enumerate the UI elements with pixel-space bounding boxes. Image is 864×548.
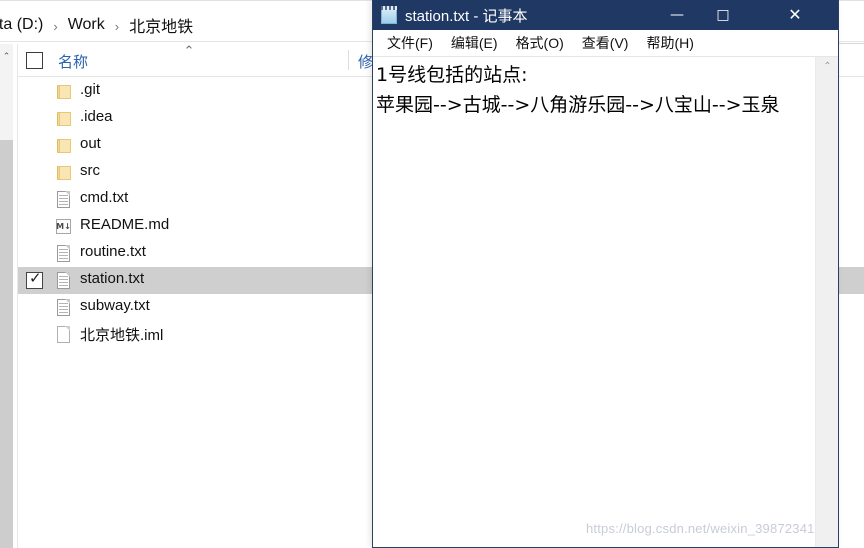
folder-icon: [54, 82, 74, 102]
menu-item-format[interactable]: 格式(O): [507, 30, 573, 56]
notepad-window[interactable]: station.txt - 记事本 — □ ✕ 文件(F) 编辑(E) 格式(O…: [372, 0, 839, 548]
blank-file-icon: [54, 325, 74, 345]
breadcrumb-item-work[interactable]: Work: [66, 16, 107, 34]
text-document-icon: [54, 190, 74, 210]
menu-item-edit[interactable]: 编辑(E): [442, 30, 507, 56]
breadcrumb[interactable]: ata (D:) › Work › 北京地铁: [0, 13, 195, 37]
file-name[interactable]: cmd.txt: [80, 189, 128, 206]
notepad-vertical-scrollbar[interactable]: ⌃: [815, 57, 838, 547]
file-name[interactable]: out: [80, 135, 101, 152]
window-title: station.txt - 记事本: [405, 8, 528, 25]
column-header-date-modified[interactable]: 修: [358, 51, 373, 72]
select-all-checkbox[interactable]: [26, 52, 43, 69]
screen: ata (D:) › Work › 北京地铁 ⌃ 名称 修 ⌃: [0, 0, 864, 548]
maximize-button[interactable]: □: [700, 0, 746, 30]
markdown-file-icon: M↓: [54, 217, 74, 237]
folder-icon: [54, 109, 74, 129]
watermark-text: https://blog.csdn.net/weixin_39872341: [586, 521, 815, 536]
column-divider[interactable]: [348, 50, 349, 70]
file-name[interactable]: subway.txt: [80, 297, 150, 314]
sort-ascending-icon[interactable]: ⌃: [182, 44, 196, 57]
notepad-text-area[interactable]: 1号线包括的站点: 苹果园-->古城-->八角游乐园-->八宝山-->玉泉: [373, 57, 838, 547]
file-name[interactable]: 北京地铁.iml: [80, 324, 163, 345]
breadcrumb-item-current[interactable]: 北京地铁: [127, 13, 195, 37]
notepad-menu-bar[interactable]: 文件(F) 编辑(E) 格式(O) 查看(V) 帮助(H): [373, 30, 838, 57]
menu-item-help[interactable]: 帮助(H): [637, 30, 702, 56]
file-name[interactable]: .git: [80, 81, 100, 98]
check-icon: ✓: [29, 269, 42, 287]
row-checkbox[interactable]: ✓: [26, 269, 43, 289]
notepad-icon: [380, 6, 398, 24]
breadcrumb-separator-icon: ›: [114, 18, 120, 34]
text-document-icon: [54, 298, 74, 318]
scroll-up-icon[interactable]: ⌃: [816, 57, 839, 77]
menu-item-view[interactable]: 查看(V): [573, 30, 638, 56]
close-button[interactable]: ✕: [772, 0, 818, 30]
file-name[interactable]: README.md: [80, 216, 169, 233]
notepad-title-bar[interactable]: station.txt - 记事本 — □ ✕: [373, 0, 838, 30]
navigation-pane: ⌃: [0, 44, 18, 548]
file-name[interactable]: src: [80, 162, 100, 179]
file-name[interactable]: routine.txt: [80, 243, 146, 260]
folder-icon: [54, 136, 74, 156]
breadcrumb-item-drive[interactable]: ata (D:): [0, 16, 45, 34]
minimize-button[interactable]: —: [654, 0, 700, 30]
text-document-icon: [54, 244, 74, 264]
text-line: 1号线包括的站点:: [376, 64, 528, 86]
file-name[interactable]: station.txt: [80, 270, 144, 287]
folder-icon: [54, 163, 74, 183]
text-document-icon: [54, 271, 74, 291]
file-name[interactable]: .idea: [80, 108, 113, 125]
navigation-pane-scrollbar[interactable]: [0, 44, 13, 548]
menu-item-file[interactable]: 文件(F): [378, 30, 442, 56]
text-line: 苹果园-->古城-->八角游乐园-->八宝山-->玉泉: [376, 94, 780, 116]
scroll-up-icon[interactable]: ⌃: [0, 50, 13, 62]
breadcrumb-separator-icon: ›: [53, 18, 58, 34]
column-header-name[interactable]: 名称: [58, 51, 88, 72]
navigation-pane-scrollbar-thumb[interactable]: [0, 140, 13, 548]
markdown-glyph: M↓: [56, 222, 71, 231]
